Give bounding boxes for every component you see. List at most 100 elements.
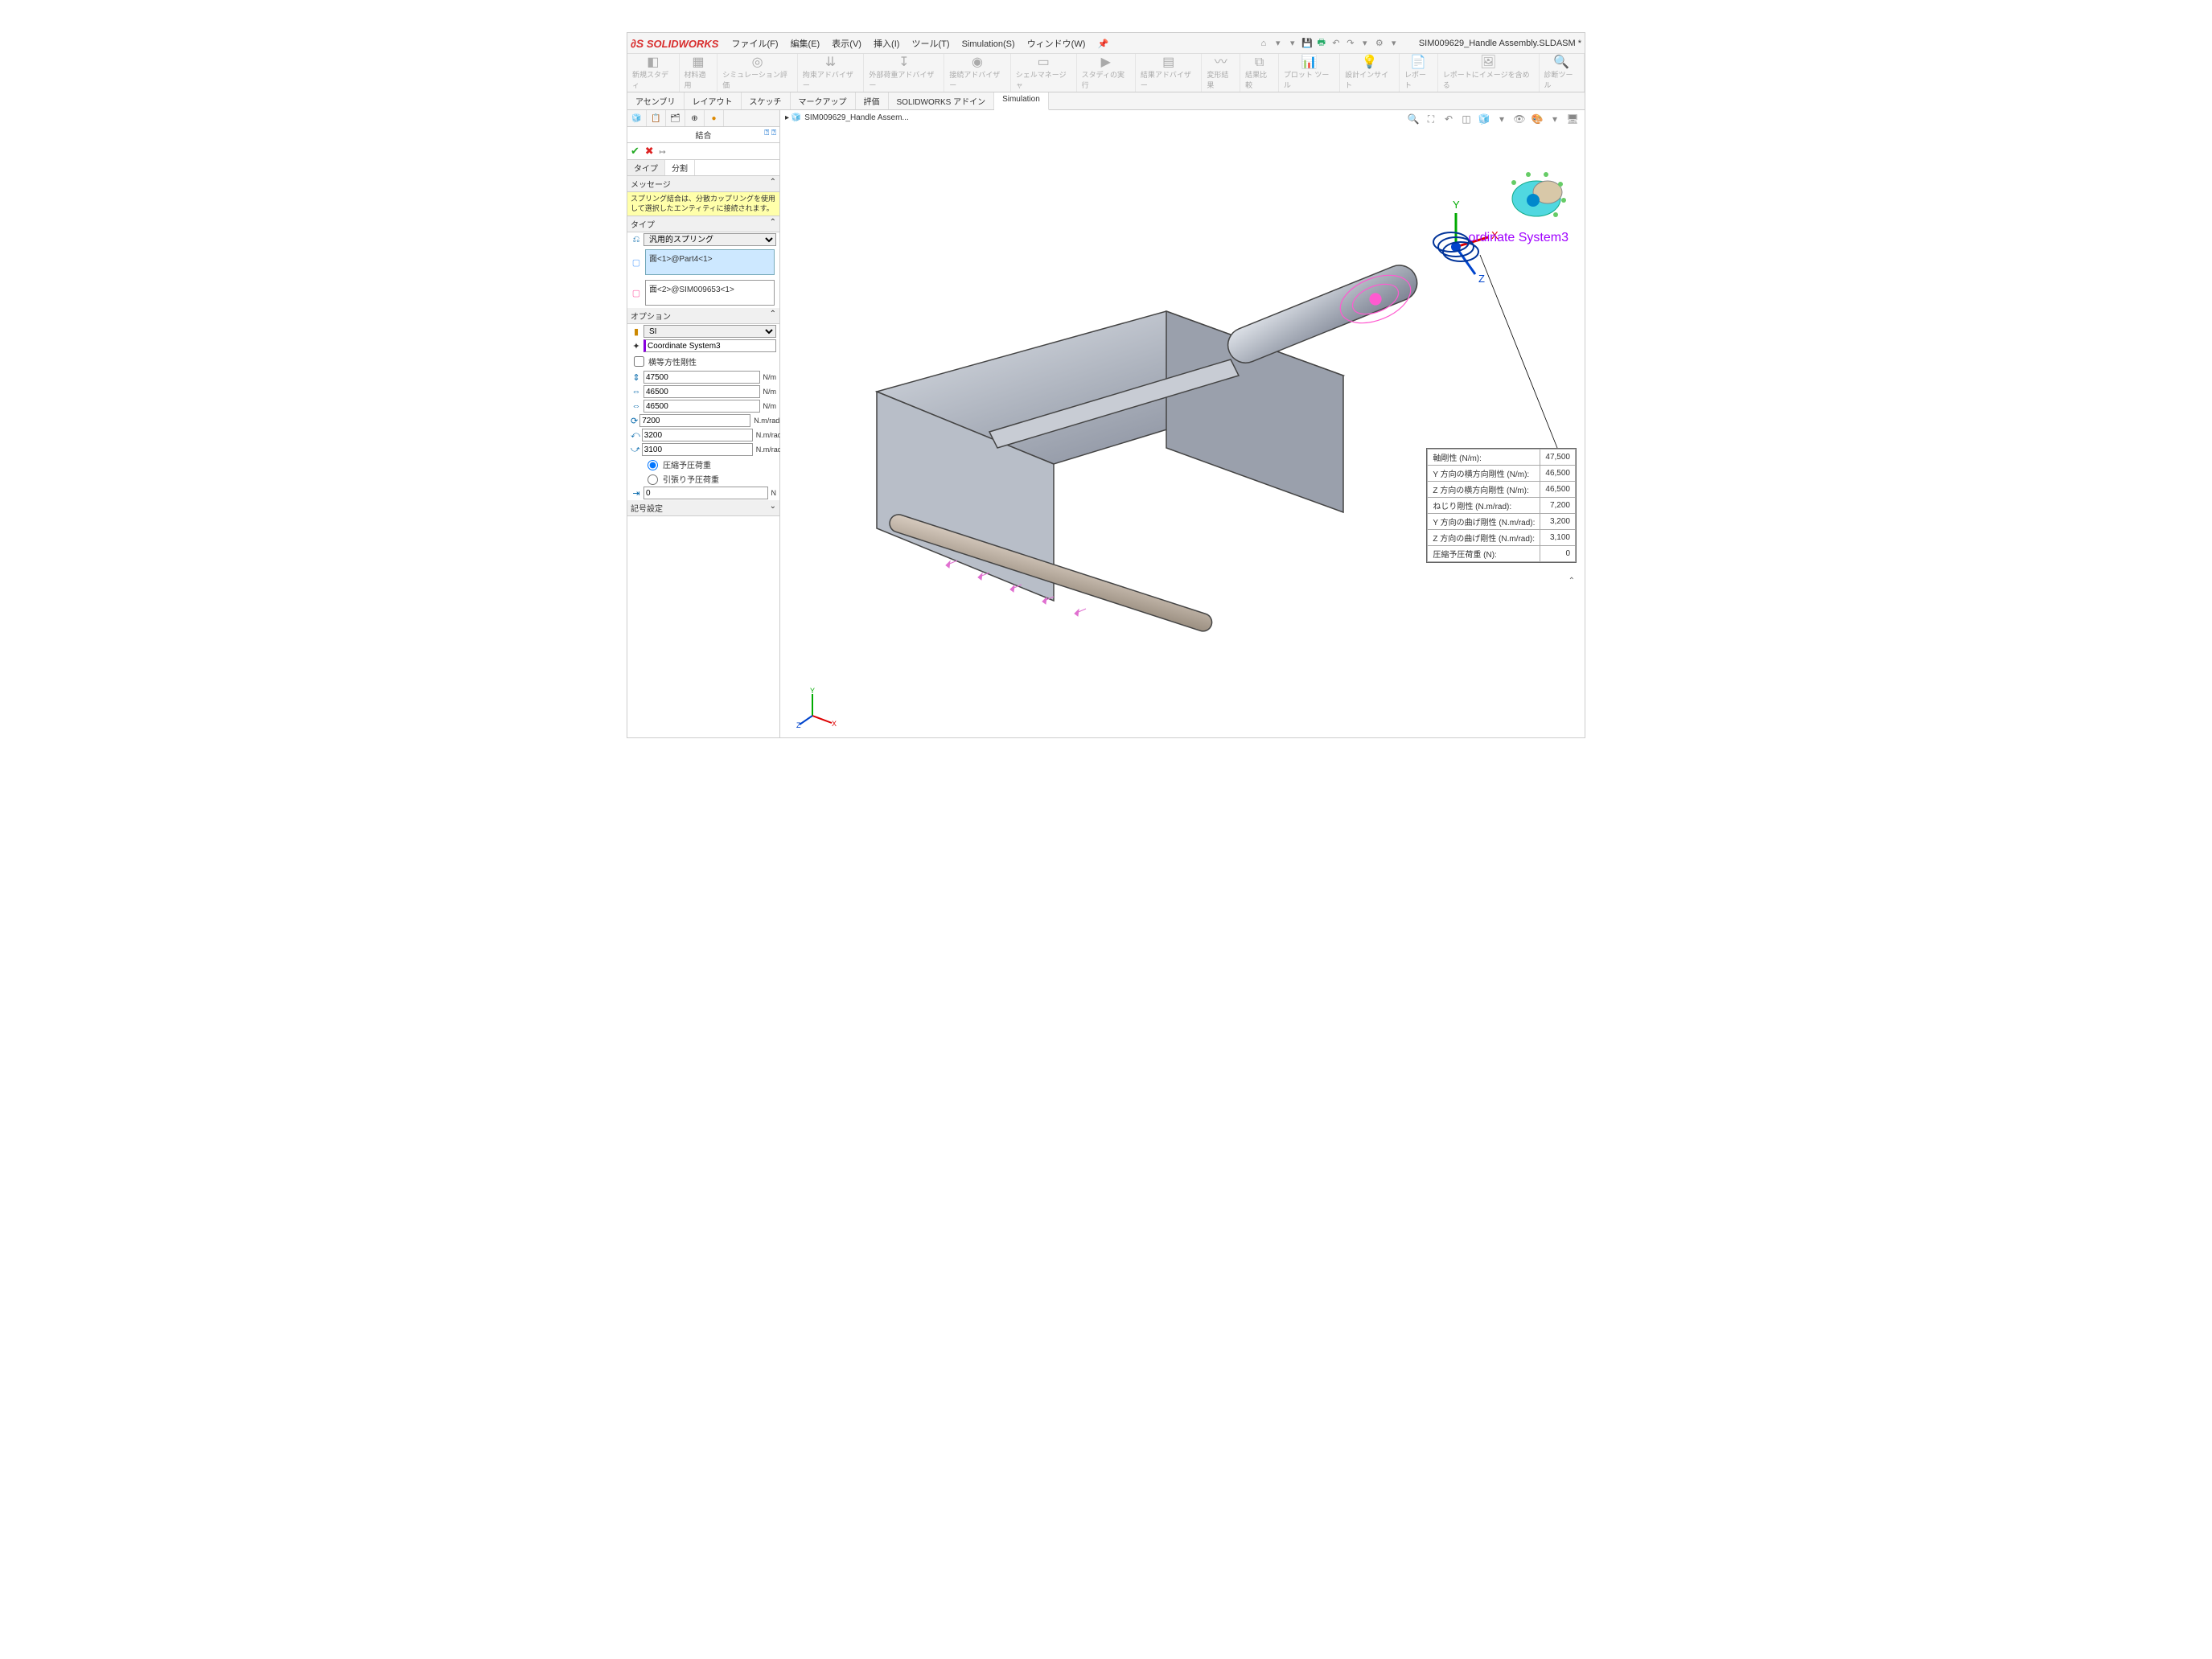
menu-file[interactable]: ファイル(F) (731, 39, 778, 49)
face2-icon: ▢ (631, 288, 642, 298)
rib-deform[interactable]: 〰変形結果 (1202, 54, 1240, 92)
section-symbol[interactable]: 記号設定⌄ (627, 500, 779, 516)
open-icon[interactable]: ▾ (1287, 38, 1298, 49)
home-icon[interactable]: ⌂ (1258, 38, 1269, 49)
graphics-viewport[interactable]: ▸ 🧊 SIM009629_Handle Assem... 🔍 ⛶ ↶ ◫ 🧊 … (780, 110, 1585, 737)
menu-edit[interactable]: 編集(E) (791, 39, 820, 49)
print-icon[interactable]: 🖶 (1316, 38, 1327, 49)
rib-plot[interactable]: 📊プロット ツール (1279, 54, 1340, 92)
menu-tools[interactable]: ツール(T) (911, 39, 949, 49)
menu-simulation[interactable]: Simulation(S) (962, 39, 1015, 49)
collapse-caret-icon[interactable]: ⌃ (1569, 577, 1575, 585)
stiff-bend-z[interactable] (642, 443, 753, 456)
bendz-icon: ⤻ (631, 445, 640, 455)
svg-text:Z: Z (796, 721, 801, 728)
unit-1: N/m (763, 388, 777, 396)
coord-input[interactable] (643, 339, 776, 352)
tors-icon: ⟳ (631, 416, 638, 426)
selection-2[interactable]: 面<2>@SIM009653<1> (645, 280, 775, 306)
stiff-bend-y[interactable] (642, 429, 753, 441)
type-select[interactable]: 汎用的スプリング (643, 233, 776, 246)
subtab-type[interactable]: タイプ (627, 160, 665, 175)
stiff-lat-y[interactable] (643, 385, 760, 398)
menu-view[interactable]: 表示(V) (832, 39, 861, 49)
app-window: ∂S SOLIDWORKS ファイル(F) 編集(E) 表示(V) 挿入(I) … (627, 32, 1585, 738)
panel-tab-display[interactable]: 🗂 (666, 110, 685, 126)
property-panel: 🧊 📋 🗂 ⊕ ● 結合 ⍰ ⍰ ✔ ✖ ↦ タイプ 分割 メッセージ⌃ スプリ… (627, 110, 780, 737)
new-icon[interactable]: ▾ (1273, 38, 1284, 49)
coord-system-label[interactable]: ordinate System3 (1468, 231, 1569, 245)
latz-icon: ⇔ (631, 401, 642, 411)
tab-evaluate[interactable]: 評価 (856, 92, 889, 109)
tab-addins[interactable]: SOLIDWORKS アドイン (889, 92, 995, 109)
subtab-split[interactable]: 分割 (665, 160, 695, 175)
rib-report-img[interactable]: 🖼レポートにイメージを含める (1438, 54, 1540, 92)
menu-window[interactable]: ウィンドウ(W) (1027, 39, 1086, 49)
save-icon[interactable]: 💾 (1301, 38, 1313, 49)
callout-k5: Z 方向の曲げ剛性 (N.m/rad): (1428, 530, 1540, 546)
spring-icon: ⎌ (631, 235, 642, 245)
preload-tens-radio[interactable] (648, 474, 658, 485)
ok-button[interactable]: ✔ (631, 145, 639, 157)
svg-text:Y: Y (1453, 199, 1460, 211)
command-tabs: アセンブリ レイアウト スケッチ マークアップ 評価 SOLIDWORKS アド… (627, 92, 1585, 110)
units-select[interactable]: SI (643, 325, 776, 338)
orientation-triad[interactable]: Y X Z (796, 688, 837, 729)
preload-icon: ⇥ (631, 488, 642, 499)
panel-tab-config[interactable]: 📋 (647, 110, 666, 126)
rib-results[interactable]: ▤結果アドバイザー (1136, 54, 1203, 92)
model-svg: Y X Z (780, 110, 1585, 737)
preload-input[interactable] (643, 487, 768, 499)
tab-sketch[interactable]: スケッチ (742, 92, 791, 109)
section-type[interactable]: タイプ⌃ (627, 216, 779, 232)
callout-v0: 47,500 (1540, 450, 1576, 466)
callout-k4: Y 方向の曲げ剛性 (N.m/rad): (1428, 514, 1540, 530)
preload-comp-radio[interactable] (648, 460, 658, 470)
selection-1[interactable]: 面<1>@Part4<1> (645, 249, 775, 275)
titlebar: ∂S SOLIDWORKS ファイル(F) 編集(E) 表示(V) 挿入(I) … (627, 33, 1585, 54)
unit-0: N/m (763, 373, 777, 381)
redo-icon[interactable]: ↷ (1345, 38, 1356, 49)
rib-new-study[interactable]: ◧新規スタディ (627, 54, 680, 92)
section-message[interactable]: メッセージ⌃ (627, 176, 779, 192)
rib-compare[interactable]: ⧉結果比較 (1240, 54, 1279, 92)
stiff-axial[interactable] (643, 371, 760, 384)
select-icon[interactable]: ▾ (1359, 38, 1371, 49)
rib-report[interactable]: 📄レポート (1400, 54, 1438, 92)
tab-assembly[interactable]: アセンブリ (627, 92, 685, 109)
panel-tab-appearance[interactable]: ● (705, 110, 724, 126)
options-icon[interactable]: ▾ (1388, 38, 1400, 49)
rib-shell[interactable]: ▭シェルマネージャ (1011, 54, 1077, 92)
rib-load[interactable]: ↧外部荷重アドバイザー (864, 54, 944, 92)
aniso-checkbox[interactable] (634, 356, 644, 367)
rib-diag[interactable]: 🔍診断ツール (1540, 54, 1585, 92)
face1-icon: ▢ (631, 257, 642, 268)
rib-sim-eval[interactable]: ◎シミュレーション評価 (717, 54, 798, 92)
callout-table[interactable]: 軸剛性 (N/m):47,500 Y 方向の横方向剛性 (N/m):46,500… (1426, 448, 1577, 563)
menu-insert[interactable]: 挿入(I) (874, 39, 899, 49)
rib-insight[interactable]: 💡設計インサイト (1340, 54, 1400, 92)
gear-icon[interactable]: ⚙ (1374, 38, 1385, 49)
callout-k6: 圧縮予圧荷重 (N): (1428, 546, 1540, 562)
tab-layout[interactable]: レイアウト (685, 92, 742, 109)
preload-unit: N (771, 489, 777, 497)
rib-material[interactable]: ▦材料適用 (680, 54, 718, 92)
pin-icon[interactable]: 📌 (1097, 38, 1108, 49)
stiff-torsion[interactable] (639, 414, 750, 427)
callout-k2: Z 方向の横方向剛性 (N/m): (1428, 482, 1540, 498)
coord-icon: ✦ (631, 341, 642, 351)
section-options[interactable]: オプション⌃ (627, 308, 779, 324)
tab-simulation[interactable]: Simulation (994, 92, 1049, 110)
tab-markup[interactable]: マークアップ (791, 92, 856, 109)
help-icon[interactable]: ⍰ ⍰ (764, 129, 776, 138)
preload-tens-label: 引張り予圧荷重 (663, 473, 719, 485)
undo-icon[interactable]: ↶ (1330, 38, 1342, 49)
rib-connect[interactable]: ◉接続アドバイザー (944, 54, 1011, 92)
panel-tab-axis[interactable]: ⊕ (685, 110, 705, 126)
rib-fixture[interactable]: ⇊拘束アドバイザー (798, 54, 865, 92)
pushpin-icon[interactable]: ↦ (659, 148, 665, 157)
rib-run[interactable]: ▶スタディの実行 (1077, 54, 1136, 92)
stiff-lat-z[interactable] (643, 400, 760, 413)
panel-tab-feature[interactable]: 🧊 (627, 110, 647, 126)
cancel-button[interactable]: ✖ (645, 145, 654, 157)
